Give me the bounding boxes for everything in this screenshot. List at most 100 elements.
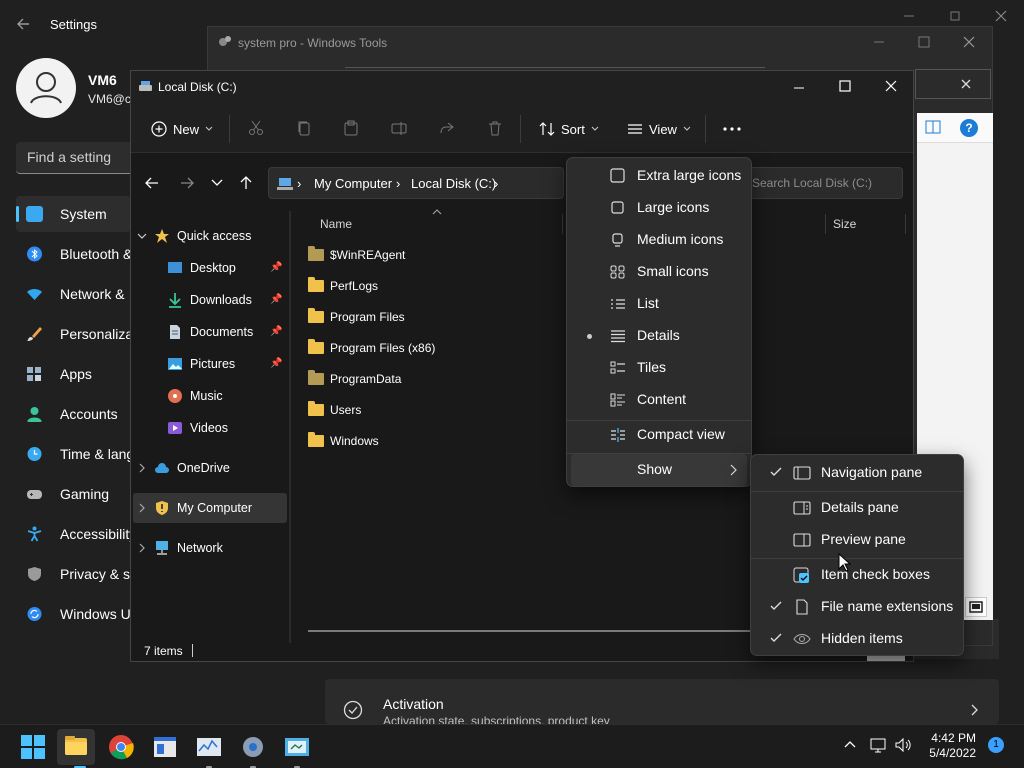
new-button[interactable]: New [151,117,213,141]
nav-my-computer[interactable]: My Computer [133,493,287,523]
clock[interactable]: 4:42 PM 5/4/2022 [924,731,976,761]
control-panel-icon[interactable] [283,733,311,761]
menu-item-file-name-extensions[interactable]: File name extensions [755,591,959,623]
cut-icon[interactable] [248,120,264,136]
chrome-icon[interactable] [107,733,135,761]
recent-locations-icon[interactable] [211,178,223,188]
app-window-icon[interactable] [151,733,179,761]
minimize-icon[interactable] [899,8,919,24]
find-setting-input[interactable]: Find a setting [16,142,136,174]
copy-icon[interactable] [296,120,312,136]
taskbar-file-explorer[interactable] [57,729,95,765]
menu-item-navigation-pane[interactable]: Navigation pane [755,457,959,489]
horizontal-scrollbar[interactable] [308,630,750,632]
network-status-icon[interactable] [870,736,888,754]
file-row[interactable]: $WinREAgent [308,239,405,270]
up-arrow-icon[interactable] [238,175,254,191]
settings-nav-apps[interactable]: Apps [16,356,131,392]
extra-large-icons-icon [610,168,625,183]
column-divider[interactable] [825,214,826,234]
nav-music[interactable]: Music [167,381,223,411]
maximize-icon[interactable] [838,79,852,93]
minimize-icon[interactable] [792,81,806,95]
nav-downloads[interactable]: Downloads 📌 [167,285,287,315]
delete-icon[interactable] [487,120,503,136]
tools-search-box[interactable] [915,69,991,99]
view-button[interactable]: View [627,117,691,141]
pane-divider[interactable] [289,211,291,643]
file-row[interactable]: ProgramData [308,363,401,394]
chevron-up-icon[interactable] [843,738,857,752]
menu-item-list[interactable]: List [571,288,747,320]
settings-nav-personalization[interactable]: Personaliza [16,316,133,352]
nav-network[interactable]: Network [137,533,223,563]
more-options-icon[interactable] [723,127,741,131]
menu-item-small-icons[interactable]: Small icons [571,256,747,288]
close-icon[interactable] [960,78,972,90]
share-icon[interactable] [439,120,455,136]
settings-nav-system[interactable]: System [16,196,131,232]
column-header-size[interactable]: Size [833,217,856,231]
nav-documents[interactable]: Documents 📌 [167,317,287,347]
column-divider[interactable] [562,214,563,234]
back-arrow-icon[interactable] [144,175,160,191]
settings-nav-accounts[interactable]: Accounts [16,396,131,432]
menu-item-extra-large-icons[interactable]: Extra large icons [571,160,747,192]
menu-item-preview-pane[interactable]: Preview pane [755,524,959,556]
settings-nav-accessibility[interactable]: Accessibility [16,516,136,552]
breadcrumb-my-computer[interactable]: My Computer [314,176,392,191]
nav-pictures[interactable]: Pictures 📌 [167,349,287,379]
menu-item-content[interactable]: Content [571,384,747,416]
pane-toggle-icon[interactable] [925,120,941,134]
menu-item-hidden-items[interactable]: Hidden items [755,623,959,655]
menu-item-details-pane[interactable]: Details pane [755,492,959,524]
notification-badge[interactable]: 1 [988,737,1004,753]
nav-desktop[interactable]: Desktop 📌 [167,253,287,283]
close-icon[interactable] [991,8,1011,24]
maximize-icon[interactable] [916,35,932,49]
settings-nav-privacy[interactable]: Privacy & se [16,556,138,592]
file-row[interactable]: Program Files (x86) [308,332,435,363]
menu-item-medium-icons[interactable]: Medium icons [571,224,747,256]
sort-button[interactable]: Sort [539,117,599,141]
menu-item-tiles[interactable]: Tiles [571,352,747,384]
performance-monitor-icon[interactable] [195,733,223,761]
settings-nav-windows-update[interactable]: Windows U [16,596,131,632]
volume-icon[interactable] [894,736,912,754]
file-row[interactable]: PerfLogs [308,270,378,301]
settings-nav-bluetooth[interactable]: Bluetooth & [16,236,132,272]
help-icon[interactable]: ? [960,119,978,137]
restore-icon[interactable] [945,8,965,24]
view-toggle-icon[interactable] [965,597,987,617]
search-input[interactable]: Search Local Disk (C:) [741,167,903,199]
menu-item-details[interactable]: Details [571,320,747,352]
settings-nav-time[interactable]: Time & lang [16,436,134,472]
settings-gear-icon[interactable] [239,733,267,761]
column-header-name[interactable]: Name [320,217,352,231]
paste-icon[interactable] [343,120,359,136]
column-divider[interactable] [905,214,906,234]
file-row[interactable]: Users [308,394,361,425]
windows-start-icon[interactable] [19,733,47,761]
file-row[interactable]: Windows [308,425,379,456]
settings-nav-gaming[interactable]: Gaming [16,476,131,512]
rename-icon[interactable] [391,120,407,136]
close-icon[interactable] [961,35,977,49]
forward-arrow-icon[interactable] [179,175,195,191]
activation-card[interactable]: Activation Activation state, subscriptio… [325,679,999,724]
settings-nav-network[interactable]: Network & [16,276,131,312]
nav-quick-access[interactable]: Quick access [137,221,251,251]
nav-videos[interactable]: Videos [167,413,228,443]
minimize-icon[interactable] [871,35,887,49]
file-row[interactable]: Program Files [308,301,405,332]
nav-onedrive[interactable]: OneDrive [137,453,230,483]
address-bar[interactable]: › My Computer › Local Disk (C:) › [268,167,564,199]
menu-item-large-icons[interactable]: Large icons [571,192,747,224]
avatar[interactable] [16,58,76,118]
menu-item-item-check-boxes[interactable]: Item check boxes [755,559,959,591]
menu-item-show[interactable]: Show [571,454,747,486]
back-arrow-icon[interactable] [14,15,32,33]
breadcrumb-local-disk[interactable]: Local Disk (C:) [411,176,496,191]
close-icon[interactable] [884,79,898,93]
menu-item-compact-view[interactable]: Compact view [571,419,747,451]
